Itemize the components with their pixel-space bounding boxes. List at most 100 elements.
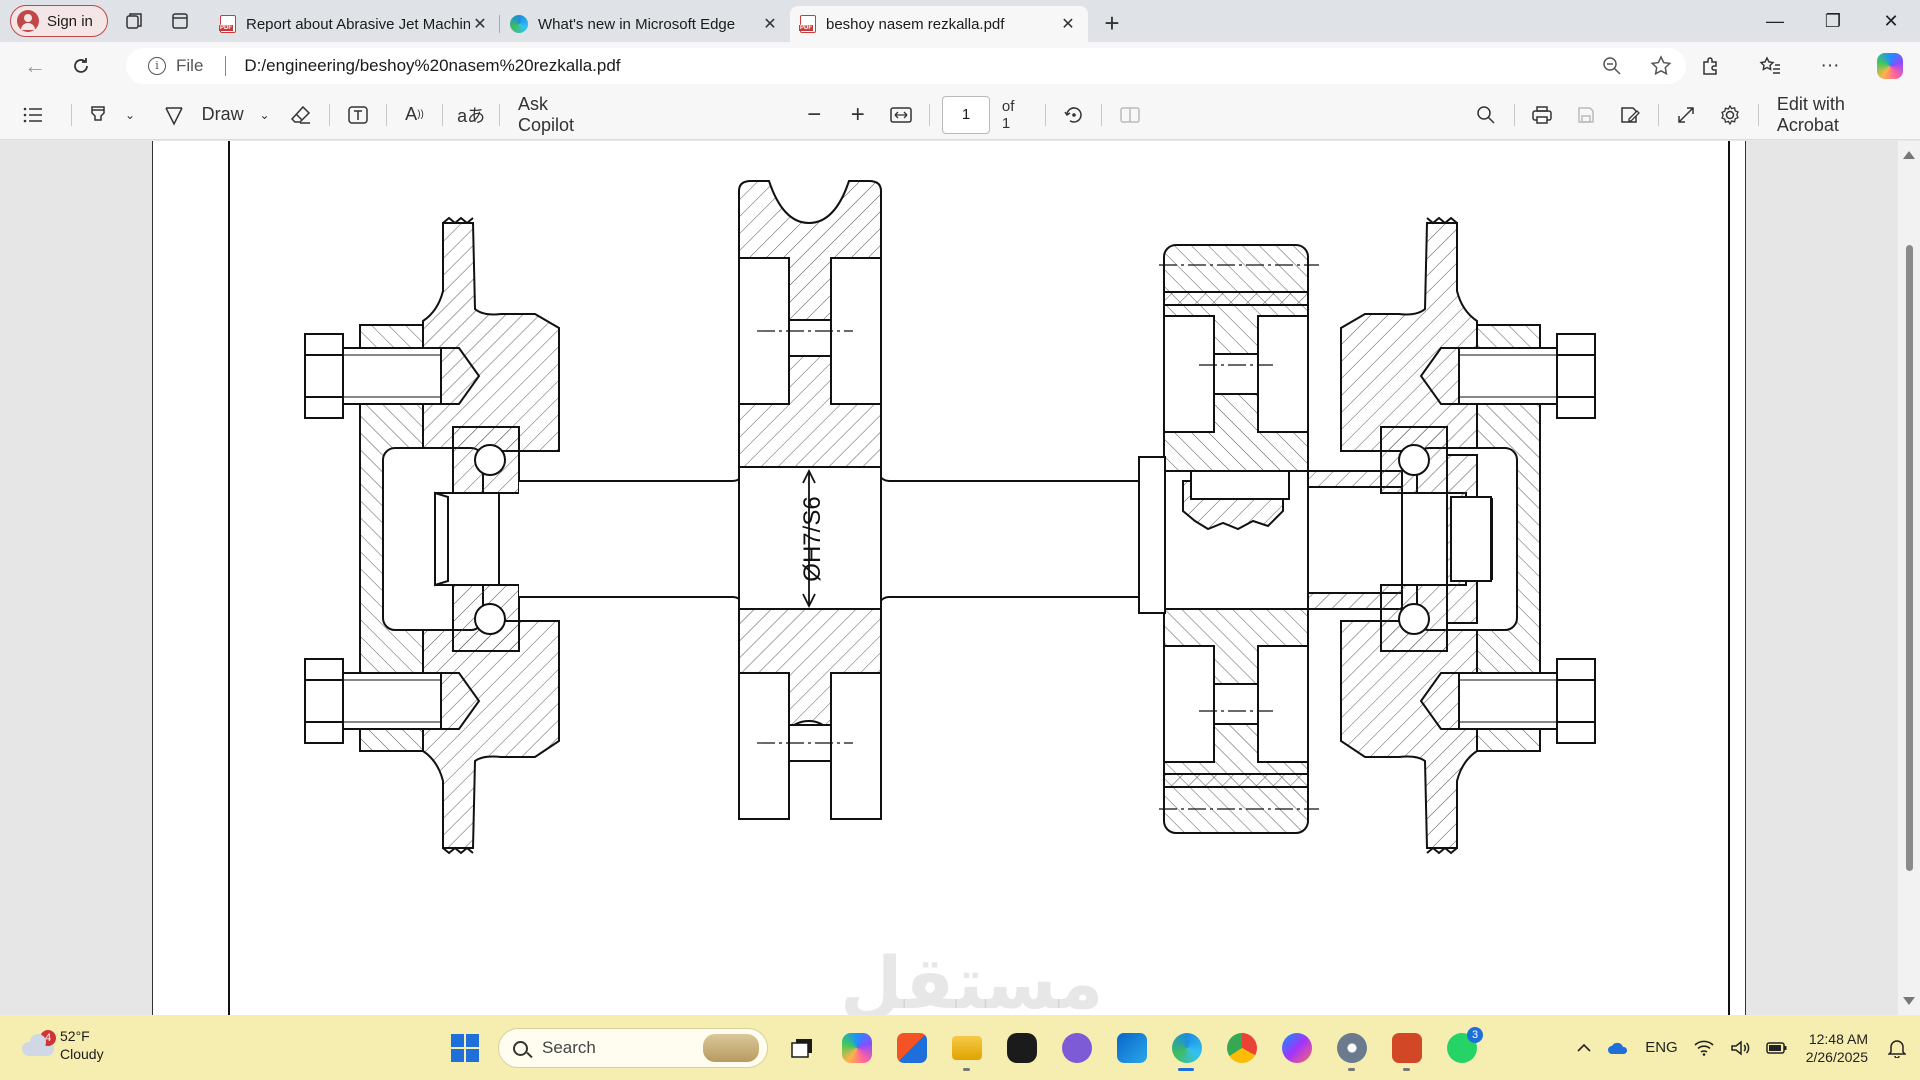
pdf-viewer[interactable]: ØH7/S6 مستقل — [0, 141, 1920, 1015]
contents-button[interactable] — [0, 90, 65, 140]
divider — [1044, 103, 1046, 126]
extensions-button[interactable] — [1680, 55, 1740, 77]
task-view-button[interactable] — [774, 1023, 829, 1073]
page-view-button[interactable] — [1108, 90, 1152, 140]
divider — [1657, 103, 1659, 126]
draw-button[interactable]: Draw — [196, 90, 250, 140]
windows-icon — [450, 1034, 479, 1062]
pdf-page: ØH7/S6 — [152, 141, 1746, 1015]
highlight-options-chevron-icon[interactable]: ⌄ — [118, 90, 142, 140]
url-scheme: File — [176, 56, 204, 75]
read-aloud-icon[interactable]: A)) — [393, 90, 437, 140]
favorites-button[interactable] — [1740, 55, 1800, 77]
tab-report[interactable]: Report about Abrasive Jet Machin ✕ — [210, 6, 500, 42]
more-menu-button[interactable]: ··· — [1800, 55, 1860, 77]
battery-icon[interactable] — [1765, 1041, 1788, 1055]
system-tray: ENG 12:48 AM 2/26/2025 — [1569, 1015, 1920, 1080]
save-as-button[interactable] — [1608, 90, 1652, 140]
store-app[interactable] — [884, 1023, 939, 1073]
rotate-icon — [1063, 106, 1082, 123]
text-box-icon — [348, 105, 368, 124]
chrome-app[interactable] — [1214, 1023, 1269, 1073]
workspaces-icon — [126, 13, 142, 29]
draw-icon[interactable] — [152, 90, 196, 140]
tab-whats-new[interactable]: What's new in Microsoft Edge ✕ — [500, 6, 790, 42]
edit-with-acrobat-button[interactable]: Edit with Acrobat — [1765, 90, 1920, 140]
clock[interactable]: 12:48 AM 2/26/2025 — [1806, 1030, 1868, 1066]
close-tab-icon[interactable]: ✕ — [1058, 14, 1078, 34]
url-text[interactable]: D:/engineering/beshoy%20nasem%20rezkalla… — [244, 56, 620, 76]
wifi-icon[interactable] — [1694, 1040, 1714, 1056]
rotate-button[interactable] — [1052, 90, 1096, 140]
notifications-bell-icon[interactable] — [1888, 1038, 1906, 1058]
settings-button[interactable] — [1708, 90, 1752, 140]
scroll-thumb[interactable] — [1906, 245, 1913, 871]
weather-widget[interactable]: 4 52°F Cloudy — [22, 1027, 104, 1063]
highlight-button[interactable] — [78, 90, 118, 140]
pdf-icon — [799, 15, 816, 33]
site-info-icon[interactable]: i — [148, 57, 166, 75]
erase-button[interactable] — [279, 90, 323, 140]
ask-copilot-button[interactable]: Ask Copilot — [506, 90, 620, 140]
save-button[interactable] — [1564, 90, 1608, 140]
edge-app[interactable] — [1159, 1023, 1214, 1073]
fit-width-icon — [890, 106, 913, 123]
gear-icon — [1336, 1033, 1367, 1063]
find-button[interactable] — [1464, 90, 1508, 140]
zoom-out-button[interactable]: − — [792, 90, 836, 140]
close-tab-icon[interactable]: ✕ — [470, 14, 490, 34]
close-tab-icon[interactable]: ✕ — [760, 14, 780, 34]
fullscreen-button[interactable] — [1665, 90, 1709, 140]
engineering-drawing: ØH7/S6 — [228, 141, 1730, 1015]
favorite-star-icon[interactable] — [1650, 55, 1672, 77]
tab-actions-button[interactable] — [160, 5, 200, 37]
restore-button[interactable]: ❐ — [1804, 0, 1862, 42]
workspaces-button[interactable] — [114, 5, 154, 37]
viber-app[interactable] — [1049, 1023, 1104, 1073]
add-text-button[interactable] — [336, 90, 380, 140]
whatsapp-app[interactable]: 3 — [1434, 1023, 1489, 1073]
copilot-button[interactable] — [1860, 53, 1920, 79]
zoom-out-icon[interactable] — [1602, 56, 1622, 76]
tab-beshoy-pdf[interactable]: beshoy nasem rezkalla.pdf ✕ — [790, 6, 1088, 42]
taskbar-search[interactable]: Search — [498, 1028, 768, 1068]
copilot-app[interactable] — [829, 1023, 884, 1073]
show-hidden-icons-chevron-icon[interactable] — [1577, 1043, 1591, 1053]
new-tab-button[interactable]: + — [1092, 5, 1132, 41]
divider — [929, 103, 931, 126]
scroll-down-arrow-icon[interactable] — [1903, 997, 1915, 1005]
sign-in-label: Sign in — [47, 12, 93, 30]
browser-actions: ··· — [1680, 42, 1920, 90]
tab-title: beshoy nasem rezkalla.pdf — [826, 15, 1005, 33]
file-explorer-app[interactable] — [939, 1023, 994, 1073]
minimize-button[interactable]: — — [1746, 0, 1804, 42]
clock-date: 2/26/2025 — [1805, 1048, 1868, 1065]
zoom-in-button[interactable]: + — [836, 90, 880, 140]
clock-time: 12:48 AM — [1808, 1030, 1868, 1047]
settings-app[interactable] — [1324, 1023, 1379, 1073]
volume-icon[interactable] — [1730, 1039, 1750, 1056]
shaft-right — [878, 474, 1140, 604]
refresh-button[interactable] — [60, 48, 102, 84]
print-button[interactable] — [1521, 90, 1565, 140]
fit-page-button[interactable] — [880, 90, 924, 140]
language-indicator[interactable]: ENG — [1645, 1039, 1678, 1056]
powerpoint-app[interactable] — [1379, 1023, 1434, 1073]
outlook-app[interactable] — [1104, 1023, 1159, 1073]
close-window-button[interactable]: ✕ — [1862, 0, 1920, 42]
start-button[interactable] — [437, 1023, 492, 1073]
profile-icon — [17, 10, 39, 32]
game-app[interactable] — [994, 1023, 1049, 1073]
weather-temp: 52°F — [60, 1028, 90, 1044]
translate-icon[interactable]: aあ — [449, 90, 493, 140]
onedrive-icon[interactable] — [1607, 1040, 1629, 1056]
sign-in-button[interactable]: Sign in — [10, 5, 108, 37]
messenger-app[interactable] — [1269, 1023, 1324, 1073]
page-number-input[interactable]: 1 — [942, 95, 990, 134]
draw-options-chevron-icon[interactable]: ⌄ — [250, 90, 280, 140]
vertical-scrollbar[interactable] — [1898, 141, 1920, 1015]
back-button[interactable]: ← — [14, 48, 56, 84]
gear-icon — [1721, 104, 1739, 125]
scroll-up-arrow-icon[interactable] — [1903, 151, 1915, 159]
address-bar[interactable]: i File D:/engineering/beshoy%20nasem%20r… — [126, 48, 1686, 84]
